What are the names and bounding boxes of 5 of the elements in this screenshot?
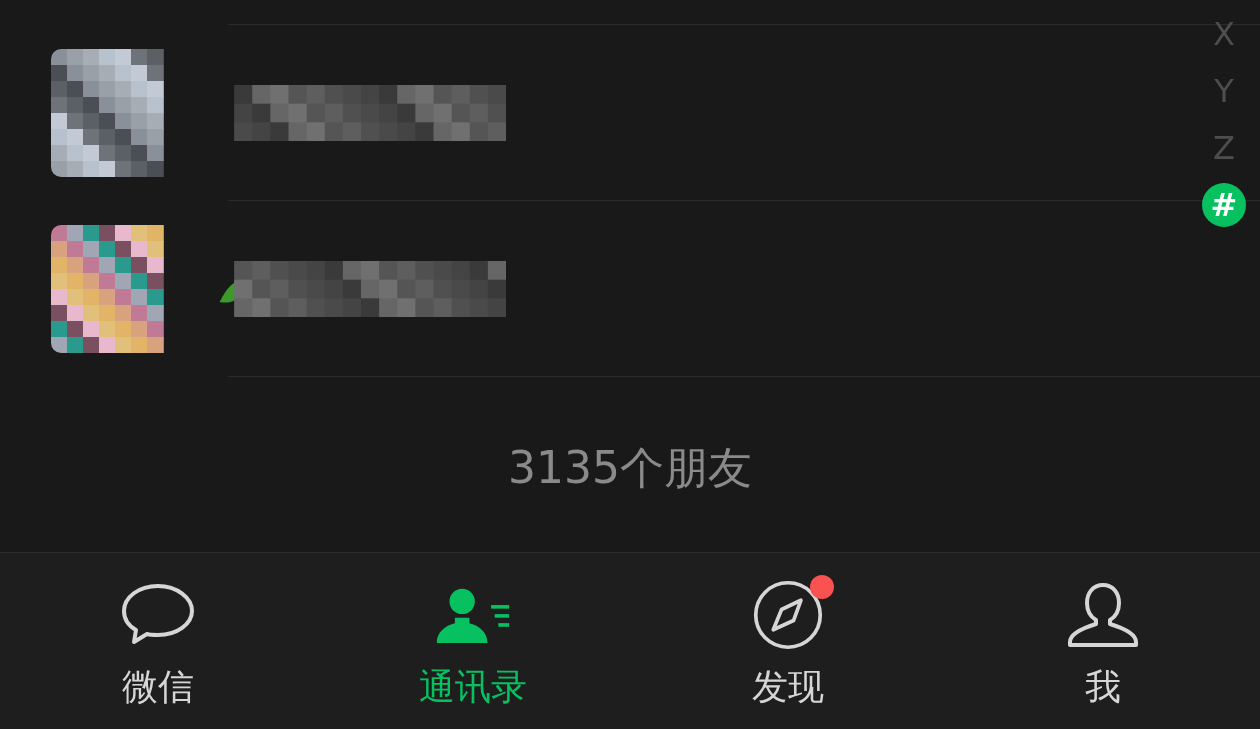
tab[interactable]: 微信	[0, 553, 315, 729]
tab[interactable]: 发现	[630, 553, 945, 729]
tab[interactable]: 我	[945, 553, 1260, 729]
friend-count: 3135个朋友	[507, 441, 753, 495]
tab[interactable]: 通讯录	[315, 553, 630, 729]
